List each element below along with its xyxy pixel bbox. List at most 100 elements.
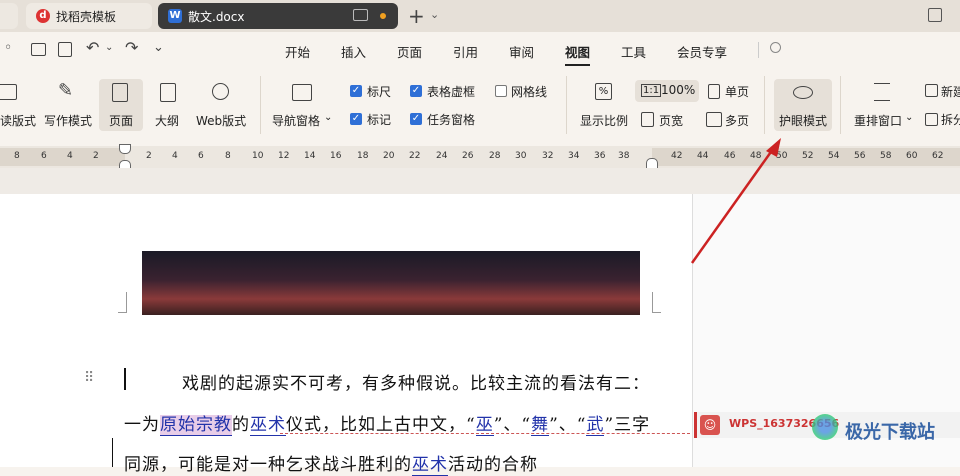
ruler-tick-label: 8 [225,151,231,161]
split-label[interactable]: 拆分 [941,111,960,128]
paragraph-line-3[interactable]: 同源，可能是对一种乞求战斗胜利的巫术活动的合称 [124,450,538,476]
undo-dropdown-icon[interactable]: ⌄ [105,42,113,53]
rearrange-icon[interactable] [874,83,890,101]
menu-page[interactable]: 页面 [397,42,422,61]
ruler-tick-label: 32 [542,151,554,161]
multi-page-icon[interactable] [706,112,722,127]
read-mode-label[interactable]: 读版式 [0,112,36,129]
ruler-tick-label: 30 [515,151,527,161]
page-view-label: 页面 [109,114,134,128]
ruler-tick-label: 8 [14,151,20,161]
tab-stub[interactable] [0,3,18,29]
paragraph-line-2[interactable]: 一为原始宗教的巫术仪式，比如上古中文，“巫”、“舞”、“武”三字 [124,410,650,436]
highlight-primitive-religion[interactable]: 原始宗教 [160,415,232,436]
word-doc-icon: W [168,9,182,23]
new-window-label[interactable]: 新建 [941,83,960,100]
text-segment: 活动的合称 [448,455,538,475]
text-segment: ”、“ [549,415,587,435]
menu-tools[interactable]: 工具 [621,42,646,61]
read-mode-icon[interactable] [0,84,17,100]
one-to-one-icon: 1:1 [641,84,662,97]
text-segment: ”、“ [493,415,532,435]
ruler-tick-label: 12 [278,151,290,161]
ruler-label: 标尺 [367,85,392,99]
menu-start[interactable]: 开始 [285,42,310,61]
ruler-tick-label: 20 [383,151,395,161]
link-wushu-2[interactable]: 巫术 [412,455,448,476]
zoom-percent-icon[interactable]: % [595,83,612,100]
globe-icon[interactable] [212,83,229,100]
ruler-tick-label: 22 [409,151,421,161]
ruler-checkbox[interactable]: ✓ [350,85,362,97]
ruler-tick-label: 56 [854,151,866,161]
web-view-label[interactable]: Web版式 [196,112,246,129]
ruler-tick-label: 4 [172,151,178,161]
menu-references[interactable]: 引用 [453,42,478,61]
single-page-label[interactable]: 单页 [725,83,749,100]
corner-mark-right [652,292,661,313]
nav-pane-icon[interactable] [292,84,312,101]
ruler-tick-label: 34 [568,151,580,161]
paragraph-line-1[interactable]: 戏剧的起源实不可考，有多种假说。比较主流的看法有二： [182,369,650,394]
ruler-tick-label: 2 [93,151,99,161]
first-line-indent-marker[interactable] [119,144,131,154]
user-avatar-icon: ☺ [700,415,720,435]
task-pane-checkbox[interactable]: ✓ [410,113,422,125]
menu-review[interactable]: 审阅 [509,42,534,61]
new-window-icon[interactable] [925,84,938,97]
single-page-icon[interactable] [708,84,720,99]
ruler-tick-label: 26 [462,151,474,161]
menu-vip[interactable]: 会员专享 [677,42,727,61]
page-view-icon [112,83,128,102]
text-segment: 的 [232,415,250,435]
rearrange-label[interactable]: 重排窗口 [854,112,902,129]
outline-icon[interactable] [160,83,176,102]
header-image[interactable] [142,251,640,315]
screen-icon[interactable] [353,9,368,21]
window-layout-icon[interactable] [928,8,942,22]
nav-pane-label[interactable]: 导航窗格 [272,112,320,129]
ruler-tick-label: 6 [41,151,47,161]
more-chevron-icon[interactable]: ⌄ [153,40,164,55]
page-width-icon[interactable] [641,112,654,127]
page-width-label[interactable]: 页宽 [659,112,683,129]
text-segment: 仪式，比如上古中文，“ [286,415,476,435]
menu-insert[interactable]: 插入 [341,42,366,61]
pen-icon[interactable]: ✎ [58,80,73,101]
rearrange-chevron-icon[interactable]: ⌄ [905,112,913,123]
zoom-label[interactable]: 显示比例 [580,112,628,129]
multi-page-label[interactable]: 多页 [725,112,749,129]
docer-icon: d [36,9,50,23]
ruler-tick-label: 38 [618,151,630,161]
unsaved-dot-icon [380,13,386,19]
redo-icon[interactable]: ↷ [125,38,138,57]
tab-template[interactable]: d 找稻壳模板 [26,3,152,29]
print-preview-icon[interactable] [58,42,72,57]
menu-bar [0,32,960,68]
zoom-value: 100% [661,83,696,97]
print-icon[interactable] [31,43,46,56]
split-icon[interactable] [925,113,938,126]
menu-view[interactable]: 视图 [565,42,591,66]
grid-lines-checkbox[interactable] [495,85,507,97]
table-grid-checkbox[interactable]: ✓ [410,85,422,97]
new-tab-plus-icon[interactable]: + [408,4,425,28]
undo-icon[interactable]: ↶ [86,38,99,57]
tab-document[interactable]: W 散文.docx [158,3,398,29]
ruler-tick-label: 14 [304,151,316,161]
share-icon[interactable]: ◦ [4,40,12,56]
write-mode-label[interactable]: 写作模式 [44,112,92,129]
ruler-tick-label: 28 [489,151,501,161]
search-icon[interactable] [770,42,781,53]
ruler-tick-label: 62 [932,151,944,161]
nav-pane-chevron-icon[interactable]: ⌄ [324,112,332,123]
outline-label[interactable]: 大纲 [155,112,179,129]
ruler-tick-label: 2 [146,151,152,161]
markup-checkbox[interactable]: ✓ [350,113,362,125]
tab-list-chevron-icon[interactable]: ⌄ [430,8,439,21]
ribbon-separator [764,76,765,134]
ruler-tick-label: 52 [802,151,814,161]
ruler-tick-label: 60 [906,151,918,161]
ruler-tick-label: 36 [594,151,606,161]
drag-handle-icon[interactable]: ⠿ [84,370,94,386]
